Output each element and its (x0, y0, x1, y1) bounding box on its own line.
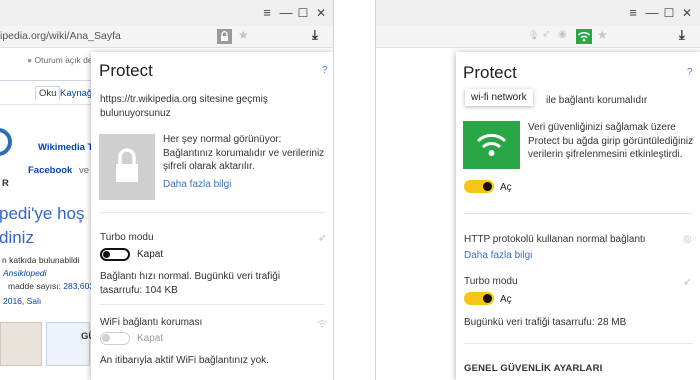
title-bar: ≡ — ☐ ✕ (376, 0, 700, 26)
letter-r: R (2, 178, 9, 189)
wifi-protection-toggle[interactable] (464, 180, 494, 193)
wifi-state-label: Kapat (137, 333, 164, 344)
globe-icon: ◎ (683, 234, 692, 245)
close-icon[interactable]: ✕ (679, 5, 695, 21)
reader-icon[interactable]: ◉ (558, 29, 567, 40)
toggle-knob (103, 251, 110, 258)
rocket-icon: ➶ (683, 277, 692, 288)
wifi-protection-title: WiFi bağlantı koruması (100, 317, 203, 328)
close-icon[interactable]: ✕ (313, 5, 329, 21)
protect-popup: Protect ? wi-fi network ile bağlantı kor… (456, 52, 700, 380)
more-info-link[interactable]: Daha fazla bilgi (464, 250, 532, 261)
tab-divider (0, 80, 91, 81)
wifi-protection-description: Veri güvenliğinizi sağlamak üzere Protec… (528, 122, 694, 160)
article-count: madde sayısı: 283.603 (8, 281, 94, 291)
site-message: https://tr.wikipedia.org sitesine geçmiş… (100, 94, 268, 119)
help-icon[interactable]: ? (687, 67, 693, 78)
wikimedia-logo-icon (0, 128, 12, 156)
content-divider (0, 104, 91, 105)
lock-button[interactable] (217, 29, 232, 44)
http-connection-title: HTTP protokolü kullanan normal bağlantı (464, 234, 646, 245)
wifi-illustration (476, 133, 507, 156)
help-icon[interactable]: ? (322, 65, 328, 76)
divider (100, 212, 325, 213)
wifi-protection-state: Aç (500, 182, 512, 193)
intro-line-2[interactable]: Ansiklopedi (3, 268, 46, 278)
welcome-headline-1: pedi'ye hoş (0, 204, 85, 223)
maximize-icon[interactable]: ☐ (295, 5, 311, 21)
more-info-link[interactable]: Daha fazla bilgi (163, 179, 231, 190)
wifi-icon (317, 320, 328, 328)
wifi-protect-button[interactable] (576, 29, 592, 44)
minimize-icon[interactable]: — (278, 5, 294, 21)
wifi-description: An itibarıyla aktif WiFi bağlantınız yok… (100, 355, 269, 366)
rocket-icon[interactable]: ➶ (542, 29, 550, 40)
article-count-value[interactable]: 283.603 (63, 281, 94, 291)
popup-title: Protect (99, 61, 153, 80)
menu-icon[interactable]: ≡ (259, 5, 275, 21)
download-icon[interactable]: ⤓ (312, 27, 318, 43)
divider (100, 304, 325, 305)
turbo-mode-title: Turbo modu (464, 276, 518, 287)
social-suffix: ve (79, 165, 90, 176)
welcome-headline-2: diniz (0, 228, 34, 247)
divider (464, 213, 693, 214)
title-bar: ≡ — ☐ ✕ (0, 0, 333, 26)
user-status-text: ● Oturum açık de (27, 55, 93, 65)
featured-image[interactable] (0, 322, 42, 366)
lock-illustration (116, 148, 138, 182)
user-icon: ● (27, 55, 35, 65)
network-name-tooltip: wi-fi network (465, 89, 533, 106)
bookmark-star-icon[interactable]: ★ (597, 28, 608, 42)
address-bar[interactable]: ipedia.org/wiki/Ana_Sayfa ★ ⤓ (0, 26, 333, 48)
lock-status-icon (99, 134, 155, 200)
date-line: 2016, Salı (3, 296, 42, 306)
turbo-state-label: Kapat (137, 249, 164, 260)
wifi-icon (577, 32, 591, 42)
menu-icon[interactable]: ≡ (625, 5, 641, 21)
general-settings-header[interactable]: GENEL GÜVENLİK AYARLARI (464, 363, 603, 374)
tab-read[interactable]: Oku (35, 86, 61, 100)
toggle-knob (483, 182, 492, 191)
wifi-toggle[interactable] (100, 332, 130, 345)
toggle-knob (102, 334, 110, 342)
download-icon[interactable]: ⤓ (679, 27, 685, 43)
turbo-description: Bağlantı hızı normal. Bugünkü veri trafi… (100, 271, 281, 296)
url-text[interactable]: ipedia.org/wiki/Ana_Sayfa (0, 30, 121, 42)
rocket-icon: ➶ (318, 233, 327, 244)
address-bar[interactable]: 🎙 ➶ ◉ ★ ⤓ (376, 26, 700, 48)
status-text: Her şey normal görünüyor: Bağlantınız ko… (163, 134, 325, 172)
turbo-state-label: Aç (500, 294, 512, 305)
turbo-toggle[interactable] (464, 292, 494, 305)
bookmark-star-icon[interactable]: ★ (238, 28, 249, 42)
turbo-description: Bugünkü veri trafiği tasarrufu: 28 MB (464, 317, 627, 328)
intro-line-1: n katkıda bulunabildi (2, 255, 80, 265)
user-status-label: Oturum açık de (34, 55, 93, 65)
minimize-icon[interactable]: — (644, 5, 660, 21)
lock-icon (221, 31, 228, 41)
browser-window-left: ≡ — ☐ ✕ ipedia.org/wiki/Ana_Sayfa ★ ⤓ ● … (0, 0, 334, 380)
facebook-link[interactable]: Facebook (28, 165, 72, 176)
popup-title: Protect (463, 63, 517, 82)
featured-box: GÜ (46, 322, 95, 366)
tab-source[interactable]: Kaynağ (60, 88, 92, 99)
turbo-mode-title: Turbo modu (100, 232, 154, 243)
protect-popup: Protect ? https://tr.wikipedia.org sites… (91, 52, 333, 380)
microphone-icon[interactable]: 🎙 (528, 30, 539, 41)
turbo-toggle[interactable] (100, 248, 130, 261)
portal-link[interactable]: Wikimedia T (38, 142, 93, 153)
toggle-knob (483, 294, 492, 303)
divider (464, 343, 693, 344)
wifi-protected-icon (463, 121, 520, 169)
browser-window-right: ≡ — ☐ ✕ 🎙 ➶ ◉ ★ ⤓ Protect ? wi-fi networ… (375, 0, 700, 380)
article-count-label: madde sayısı: (8, 281, 61, 291)
maximize-icon[interactable]: ☐ (661, 5, 677, 21)
connection-subtitle: ile bağlantı korumalıdır (546, 95, 648, 106)
